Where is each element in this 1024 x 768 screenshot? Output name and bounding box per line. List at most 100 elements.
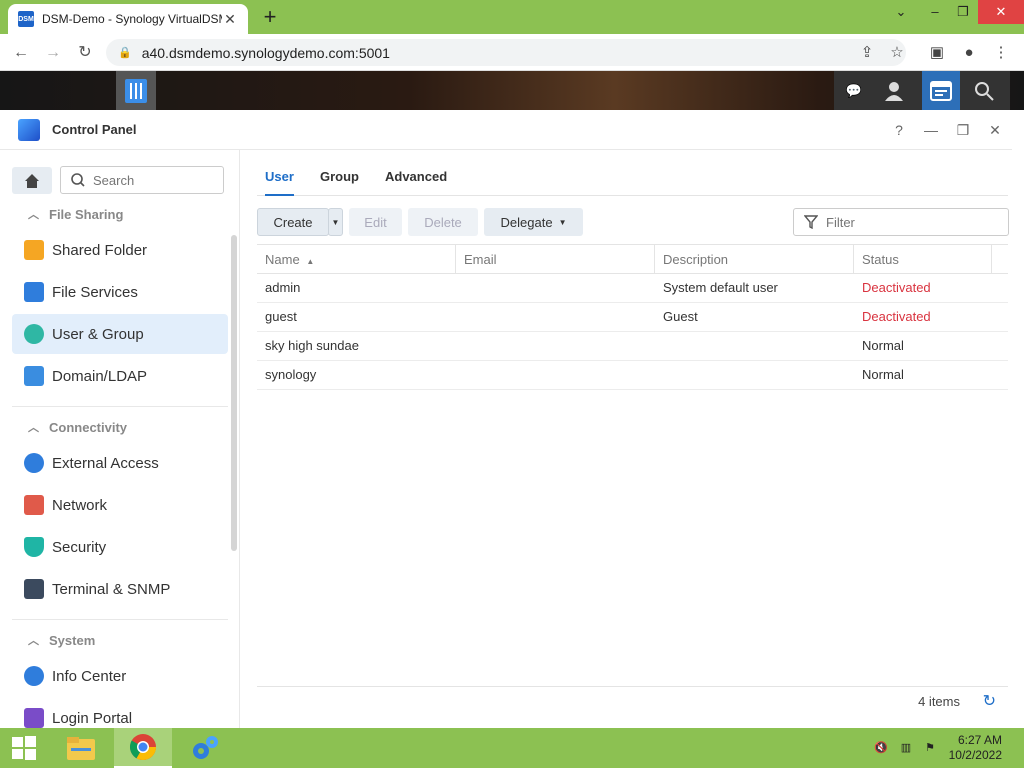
window-titlebar[interactable]: Control Panel ? — ❐ ✕ bbox=[0, 110, 1012, 150]
system-clock[interactable]: 6:27 AM 10/2/2022 bbox=[949, 733, 1002, 763]
search-input[interactable] bbox=[93, 172, 203, 188]
create-dropdown-button[interactable]: ▼ bbox=[328, 208, 343, 236]
browser-menu-icon[interactable]: ⋮ bbox=[990, 42, 1012, 64]
home-button[interactable] bbox=[12, 167, 52, 194]
edit-button[interactable]: Edit bbox=[349, 208, 402, 236]
taskbar-settings-app[interactable] bbox=[176, 728, 234, 768]
filter-box[interactable] bbox=[793, 208, 1009, 236]
refresh-icon[interactable]: ↻ bbox=[983, 691, 996, 711]
sidebar-item-external-access[interactable]: External Access bbox=[12, 443, 228, 483]
url-text: a40.dsmdemo.synologydemo.com:5001 bbox=[141, 44, 390, 61]
sidebar-item-login-portal[interactable]: Login Portal bbox=[12, 698, 228, 728]
search-icon bbox=[71, 173, 85, 187]
info-icon bbox=[24, 666, 44, 686]
home-icon bbox=[25, 173, 39, 188]
cell-description bbox=[655, 332, 663, 360]
tab-group[interactable]: Group bbox=[320, 169, 359, 184]
new-tab-button[interactable]: + bbox=[258, 4, 282, 30]
control-panel-icon bbox=[125, 78, 147, 103]
close-button[interactable]: ✕ bbox=[984, 119, 1006, 141]
filter-input[interactable] bbox=[826, 214, 996, 230]
section-connectivity[interactable]: ︿ Connectivity bbox=[12, 415, 228, 439]
clock-time: 6:27 AM bbox=[957, 733, 1002, 747]
search-icon[interactable] bbox=[964, 71, 1004, 110]
maximize-button[interactable]: ❐ bbox=[952, 119, 974, 141]
caret-down-icon: ▼ bbox=[331, 217, 340, 227]
cell-email bbox=[456, 274, 464, 302]
help-button[interactable]: ? bbox=[888, 119, 910, 141]
section-system[interactable]: ︿ System bbox=[12, 628, 228, 652]
file-services-icon bbox=[24, 282, 44, 302]
start-button[interactable] bbox=[0, 728, 48, 768]
sidebar-item-terminal-snmp[interactable]: Terminal & SNMP bbox=[12, 569, 228, 609]
cell-status: Normal bbox=[862, 367, 904, 382]
table-row[interactable]: guest Guest Deactivated bbox=[257, 303, 1008, 332]
bookmark-star-icon[interactable]: ☆ bbox=[886, 42, 908, 64]
sidebar-item-file-services[interactable]: File Services bbox=[12, 272, 228, 312]
control-panel-icon bbox=[18, 118, 40, 141]
user-icon[interactable] bbox=[874, 71, 914, 110]
create-button[interactable]: Create bbox=[257, 208, 329, 236]
forward-arrow-icon[interactable]: → bbox=[42, 42, 64, 64]
browser-tabstrip: DSM DSM-Demo - Synology VirtualDSM ✕ + ⌄… bbox=[0, 0, 1024, 34]
share-icon[interactable]: ⇪ bbox=[856, 42, 878, 64]
chevron-up-icon: ︿ bbox=[28, 209, 39, 221]
side-panel-icon[interactable]: ▣ bbox=[926, 42, 948, 64]
tab-search-chevron-icon[interactable]: ⌄ bbox=[884, 0, 918, 24]
main-panel: User Group Advanced Create ▼ Edit Delete… bbox=[241, 150, 1012, 728]
reload-icon[interactable]: ↻ bbox=[74, 42, 96, 64]
network-icon[interactable]: ▥ bbox=[898, 740, 914, 756]
sidebar-item-info-center[interactable]: Info Center bbox=[12, 656, 228, 696]
chevron-up-icon: ︿ bbox=[28, 422, 39, 434]
section-file-sharing[interactable]: ︿ File Sharing bbox=[12, 202, 228, 226]
cell-name: admin bbox=[265, 280, 301, 295]
sidebar-item-network[interactable]: Network bbox=[12, 485, 228, 525]
folder-icon bbox=[67, 737, 95, 760]
windows-logo-icon bbox=[12, 736, 36, 760]
folder-icon bbox=[24, 240, 44, 260]
window-restore-button[interactable]: ❐ bbox=[946, 0, 980, 24]
table-row[interactable]: synology Normal bbox=[257, 361, 1008, 390]
sidebar-scrollbar[interactable] bbox=[231, 235, 237, 551]
column-header-name[interactable]: Name ▲ bbox=[257, 245, 456, 274]
sidebar-item-domain-ldap[interactable]: Domain/LDAP bbox=[12, 356, 228, 396]
control-panel-taskbar-button[interactable] bbox=[116, 71, 156, 110]
sidebar-item-shared-folder[interactable]: Shared Folder bbox=[12, 230, 228, 270]
caret-down-icon: ▼ bbox=[558, 217, 567, 227]
cell-description: Guest bbox=[663, 309, 698, 324]
user-table: Name ▲ Email Description Status admin Sy… bbox=[257, 244, 1008, 390]
tab-advanced[interactable]: Advanced bbox=[385, 169, 447, 184]
column-header-status[interactable]: Status bbox=[854, 245, 992, 274]
sidebar-item-security[interactable]: Security bbox=[12, 527, 228, 567]
back-arrow-icon[interactable]: ← bbox=[10, 42, 32, 64]
table-row[interactable]: admin System default user Deactivated bbox=[257, 274, 1008, 303]
divider bbox=[12, 406, 228, 407]
window-close-button[interactable]: ✕ bbox=[978, 0, 1024, 24]
chat-icon[interactable]: 💬 bbox=[834, 71, 874, 110]
column-header-email[interactable]: Email bbox=[456, 245, 655, 274]
browser-tab[interactable]: DSM DSM-Demo - Synology VirtualDSM ✕ bbox=[8, 4, 248, 34]
minimize-button[interactable]: — bbox=[920, 119, 942, 141]
cell-status: Normal bbox=[862, 338, 904, 353]
speaker-muted-icon[interactable]: 🔇 bbox=[873, 740, 889, 756]
column-header-description[interactable]: Description bbox=[655, 245, 854, 274]
cell-status: Deactivated bbox=[862, 309, 931, 324]
sidebar-item-user-group[interactable]: User & Group bbox=[12, 314, 228, 354]
table-header: Name ▲ Email Description Status bbox=[257, 244, 1008, 274]
chevron-up-icon: ︿ bbox=[28, 635, 39, 647]
taskbar-chrome[interactable] bbox=[114, 728, 172, 768]
taskbar-file-explorer[interactable] bbox=[52, 728, 110, 768]
tab-user[interactable]: User bbox=[265, 169, 294, 196]
delegate-button[interactable]: Delegate ▼ bbox=[484, 208, 583, 236]
users-icon bbox=[24, 324, 44, 344]
window-title: Control Panel bbox=[52, 122, 137, 137]
profile-avatar-icon[interactable]: ● bbox=[958, 42, 980, 64]
tab-title: DSM-Demo - Synology VirtualDSM bbox=[42, 12, 222, 26]
table-row[interactable]: sky high sundae Normal bbox=[257, 332, 1008, 361]
widgets-icon[interactable] bbox=[922, 71, 960, 110]
tab-close-icon[interactable]: ✕ bbox=[222, 11, 238, 28]
address-bar[interactable]: 🔒 a40.dsmdemo.synologydemo.com:5001 bbox=[106, 39, 906, 66]
sidebar-search[interactable] bbox=[60, 166, 224, 194]
delete-button[interactable]: Delete bbox=[408, 208, 478, 236]
action-center-icon[interactable]: ⚑ bbox=[922, 740, 938, 756]
